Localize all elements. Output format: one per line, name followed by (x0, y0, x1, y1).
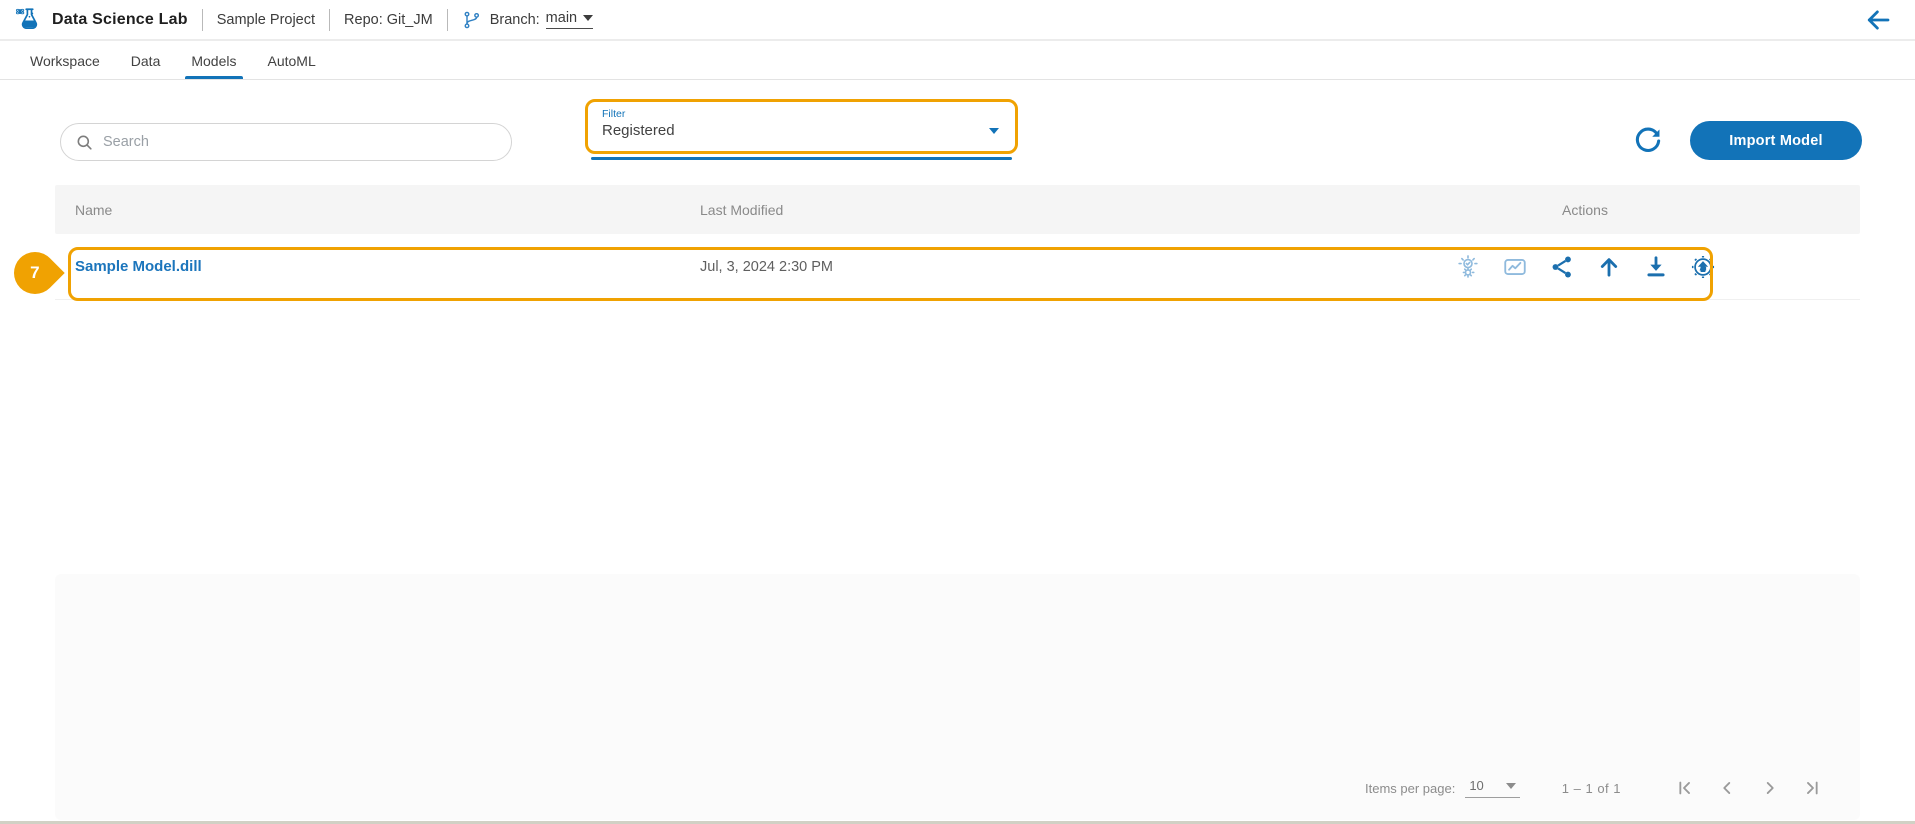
chevron-right-icon (1766, 782, 1774, 794)
first-page-icon (1679, 781, 1690, 795)
main-tab-bar: Workspace Data Models AutoML (0, 43, 1915, 80)
branch-label: Branch: (489, 11, 540, 28)
column-header-last-modified: Last Modified (700, 201, 784, 218)
step-badge-number: 7 (30, 263, 40, 282)
search-box[interactable] (60, 123, 512, 161)
caret-down-icon (989, 128, 999, 134)
app-title: Data Science Lab (52, 10, 188, 28)
tab-workspace[interactable]: Workspace (28, 43, 102, 79)
app-logo-flask-icon (14, 5, 44, 35)
git-branch-icon (462, 10, 482, 30)
column-header-name: Name (75, 201, 113, 218)
back-arrow-button[interactable] (1863, 5, 1893, 35)
filter-dropdown[interactable]: Filter Registered (585, 99, 1018, 154)
items-per-page-select[interactable]: 10 (1465, 778, 1520, 798)
app-window: Data Science Lab Sample Project Repo: Gi… (0, 0, 1915, 824)
top-header: Data Science Lab Sample Project Repo: Gi… (0, 0, 1915, 41)
arrow-left-icon (1867, 10, 1890, 29)
insights-bulb-gear-icon[interactable] (1454, 253, 1482, 281)
svg-text:API: API (1700, 266, 1706, 270)
model-monitor-chart-icon[interactable] (1501, 253, 1529, 281)
share-icon[interactable] (1548, 253, 1576, 281)
branch-dropdown[interactable]: main (545, 10, 594, 29)
search-input[interactable] (103, 134, 497, 150)
tab-automl[interactable]: AutoML (266, 43, 318, 79)
filter-selected-value: Registered (602, 122, 675, 139)
items-per-page-value: 10 (1469, 778, 1484, 793)
repo-label: Repo: Git_JM (344, 11, 433, 28)
promote-up-arrow-icon[interactable] (1595, 253, 1623, 281)
refresh-button[interactable] (1632, 125, 1664, 157)
download-icon[interactable] (1642, 253, 1670, 281)
search-icon (77, 135, 92, 150)
models-table: Name Last Modified Actions Sample Model.… (55, 185, 1860, 300)
pagination-nav (1669, 773, 1828, 803)
chevron-left-icon (1723, 782, 1731, 794)
last-page-button[interactable] (1798, 773, 1828, 803)
row-actions: API (1430, 253, 1740, 281)
caret-down-icon (1505, 782, 1516, 789)
filter-label: Filter (602, 108, 626, 120)
tab-data[interactable]: Data (129, 43, 163, 79)
project-name: Sample Project (216, 11, 316, 28)
header-divider (329, 8, 331, 31)
deploy-api-gear-icon[interactable]: API (1689, 253, 1717, 281)
branch-selector[interactable]: Branch: main (462, 10, 594, 30)
header-divider (446, 8, 448, 31)
branch-value: main (545, 10, 578, 26)
caret-down-icon (583, 15, 594, 21)
header-divider (201, 8, 203, 31)
column-header-actions: Actions (1562, 201, 1608, 218)
import-model-button[interactable]: Import Model (1690, 121, 1862, 160)
table-row[interactable]: Sample Model.dill Jul, 3, 2024 2:30 PM A… (55, 234, 1860, 300)
filter-underline (591, 157, 1012, 160)
previous-page-button[interactable] (1712, 773, 1742, 803)
pagination-bar: Items per page: 10 1 – 1 of 1 (1365, 770, 1828, 806)
items-per-page-label: Items per page: (1365, 780, 1456, 796)
tab-models[interactable]: Models (185, 43, 243, 79)
next-page-button[interactable] (1755, 773, 1785, 803)
table-header-row: Name Last Modified Actions (55, 185, 1860, 234)
pagination-range: 1 – 1 of 1 (1561, 780, 1622, 796)
model-name-link[interactable]: Sample Model.dill (75, 258, 202, 275)
last-modified-cell: Jul, 3, 2024 2:30 PM (700, 258, 833, 275)
refresh-icon (1635, 127, 1661, 152)
first-page-button[interactable] (1669, 773, 1699, 803)
last-page-icon (1807, 781, 1818, 795)
